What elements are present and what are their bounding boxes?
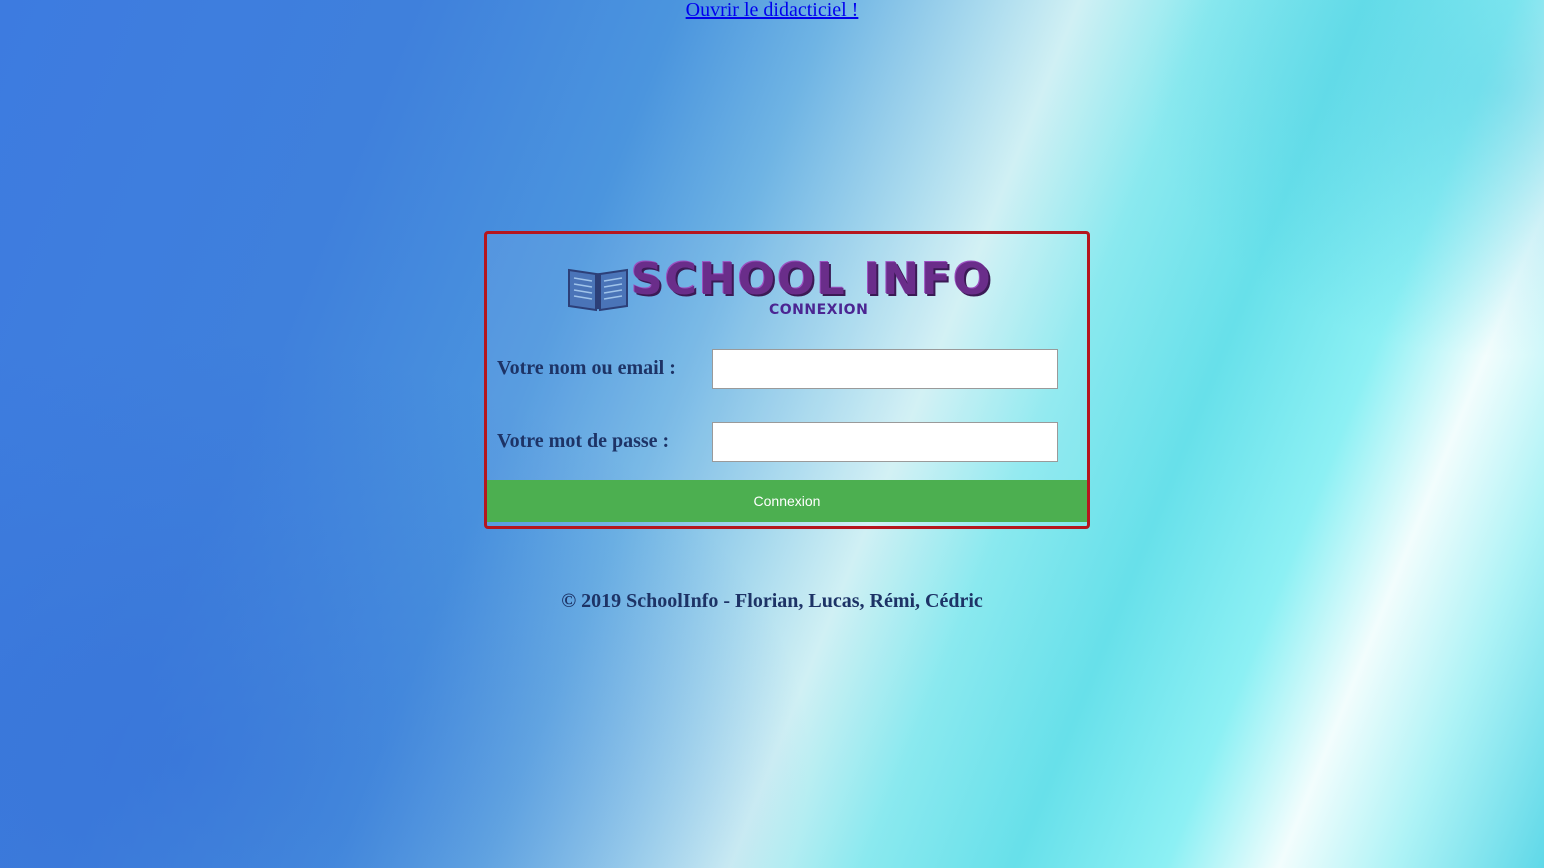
password-input[interactable] xyxy=(712,422,1058,462)
open-book-icon xyxy=(568,268,628,312)
password-label: Votre mot de passe : xyxy=(497,430,670,452)
open-tutorial-link[interactable]: Ouvrir le didacticiel ! xyxy=(686,0,859,21)
copyright-footer: © 2019 SchoolInfo - Florian, Lucas, Rémi… xyxy=(561,590,983,612)
logo-title: SCHOOL INFO xyxy=(631,254,993,305)
username-label: Votre nom ou email : xyxy=(497,357,676,379)
login-button[interactable]: Connexion xyxy=(487,480,1087,522)
username-input[interactable] xyxy=(712,349,1058,389)
login-panel: SCHOOL INFO CONNEXION Votre nom ou email… xyxy=(484,231,1090,529)
school-info-logo: SCHOOL INFO CONNEXION xyxy=(567,254,1017,326)
logo-subtitle: CONNEXION xyxy=(769,302,869,318)
tutorial-link-row: Ouvrir le didacticiel ! xyxy=(0,0,1544,22)
